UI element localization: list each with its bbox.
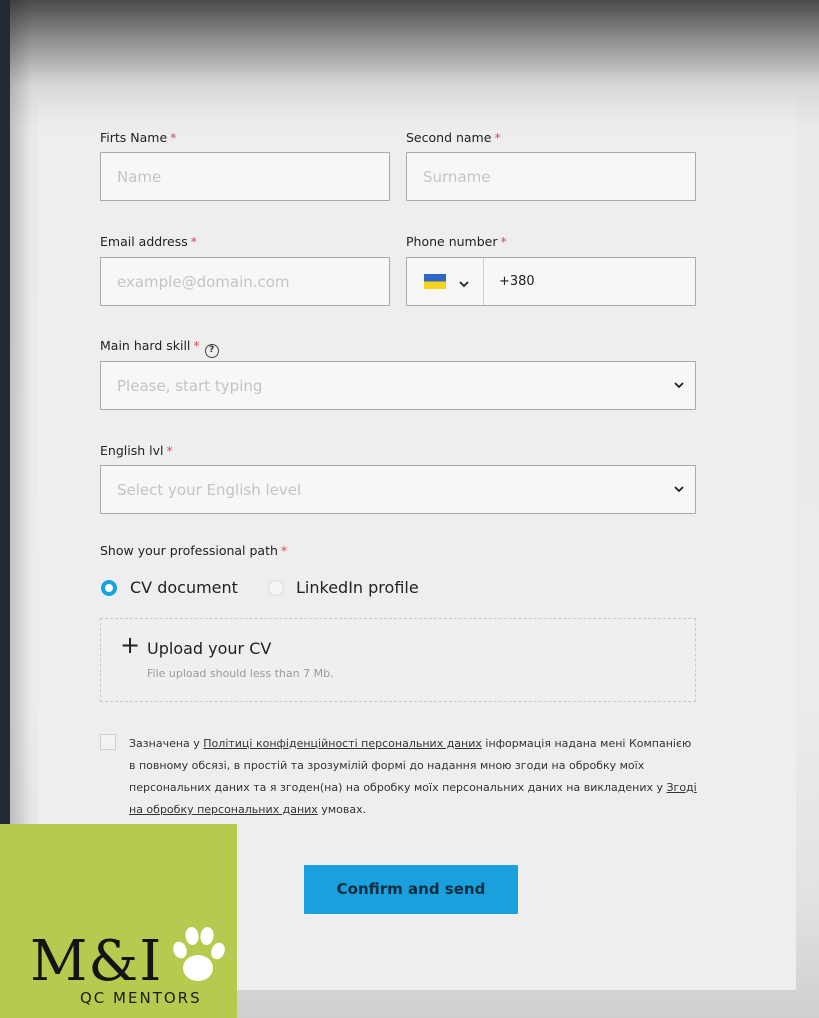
radio-linkedin-profile[interactable] — [268, 580, 284, 596]
second-name-input[interactable]: Surname — [406, 152, 696, 201]
confirm-and-send-button[interactable]: Confirm and send — [304, 865, 518, 914]
english-level-placeholder: Select your English level — [117, 481, 302, 499]
logo-text: M&I — [30, 929, 163, 994]
privacy-policy-link[interactable]: Політиці конфіденційності персональних д… — [203, 737, 482, 750]
phone-input-group: +380 — [406, 257, 696, 306]
first-name-input[interactable]: Name — [100, 152, 390, 201]
logo-subtitle: QC MENTORS — [80, 989, 202, 1007]
consent-checkbox[interactable] — [100, 734, 116, 750]
help-icon[interactable]: ? — [204, 344, 219, 358]
professional-path-label: Show your professional path * — [100, 543, 287, 558]
consent-part1: Зазначена у — [129, 737, 204, 750]
chevron-down-icon — [671, 481, 687, 497]
country-code-select[interactable] — [407, 258, 484, 305]
second-name-label-text: Second name — [406, 130, 492, 145]
email-label-text: Email address — [100, 234, 188, 249]
email-label: Email address * — [100, 234, 197, 249]
upload-cv-title: Upload your CV — [147, 639, 272, 658]
hard-skill-label: Main hard skill *? — [100, 338, 219, 358]
required-mark: * — [280, 543, 288, 558]
paw-icon — [170, 924, 226, 986]
hard-skill-placeholder: Please, start typing — [117, 377, 263, 395]
radio-cv-document-label[interactable]: CV document — [130, 578, 238, 597]
english-label: English lvl * — [100, 443, 173, 458]
required-mark: * — [166, 443, 173, 458]
second-name-placeholder: Surname — [423, 168, 491, 186]
hard-skill-label-text: Main hard skill — [100, 338, 191, 353]
ukraine-flag-icon — [424, 274, 446, 289]
radio-cv-document[interactable] — [101, 580, 117, 596]
hard-skill-select[interactable]: Please, start typing — [100, 361, 696, 410]
chevron-down-icon — [671, 377, 687, 393]
upload-cv-hint: File upload should less than 7 Mb. — [147, 667, 334, 680]
professional-path-label-text: Show your professional path — [100, 543, 278, 558]
phone-label-text: Phone number — [406, 234, 498, 249]
required-mark: * — [500, 234, 507, 249]
consent-part3: умовах. — [317, 803, 367, 816]
first-name-label-text: Firts Name — [100, 130, 168, 145]
required-mark: * — [494, 130, 501, 145]
first-name-label: Firts Name * — [100, 130, 176, 145]
english-level-select[interactable]: Select your English level — [100, 465, 696, 514]
required-mark: * — [170, 130, 177, 145]
second-name-label: Second name * — [406, 130, 501, 145]
english-label-text: English lvl — [100, 443, 164, 458]
consent-text: Зазначена у Політиці конфіденційності пе… — [129, 733, 699, 821]
required-mark: * — [193, 338, 200, 353]
mi-qc-mentors-logo: M&I QC MENTORS — [0, 824, 237, 1018]
chevron-down-icon — [458, 275, 470, 288]
phone-label: Phone number * — [406, 234, 507, 249]
first-name-placeholder: Name — [117, 168, 162, 186]
radio-linkedin-profile-label[interactable]: LinkedIn profile — [296, 578, 419, 597]
upload-cv-dropzone[interactable]: + Upload your CV File upload should less… — [100, 618, 696, 702]
email-placeholder: example@domain.com — [117, 273, 290, 291]
email-input[interactable]: example@domain.com — [100, 257, 390, 306]
plus-icon: + — [120, 631, 141, 659]
phone-value[interactable]: +380 — [499, 274, 535, 289]
required-mark: * — [190, 234, 198, 249]
